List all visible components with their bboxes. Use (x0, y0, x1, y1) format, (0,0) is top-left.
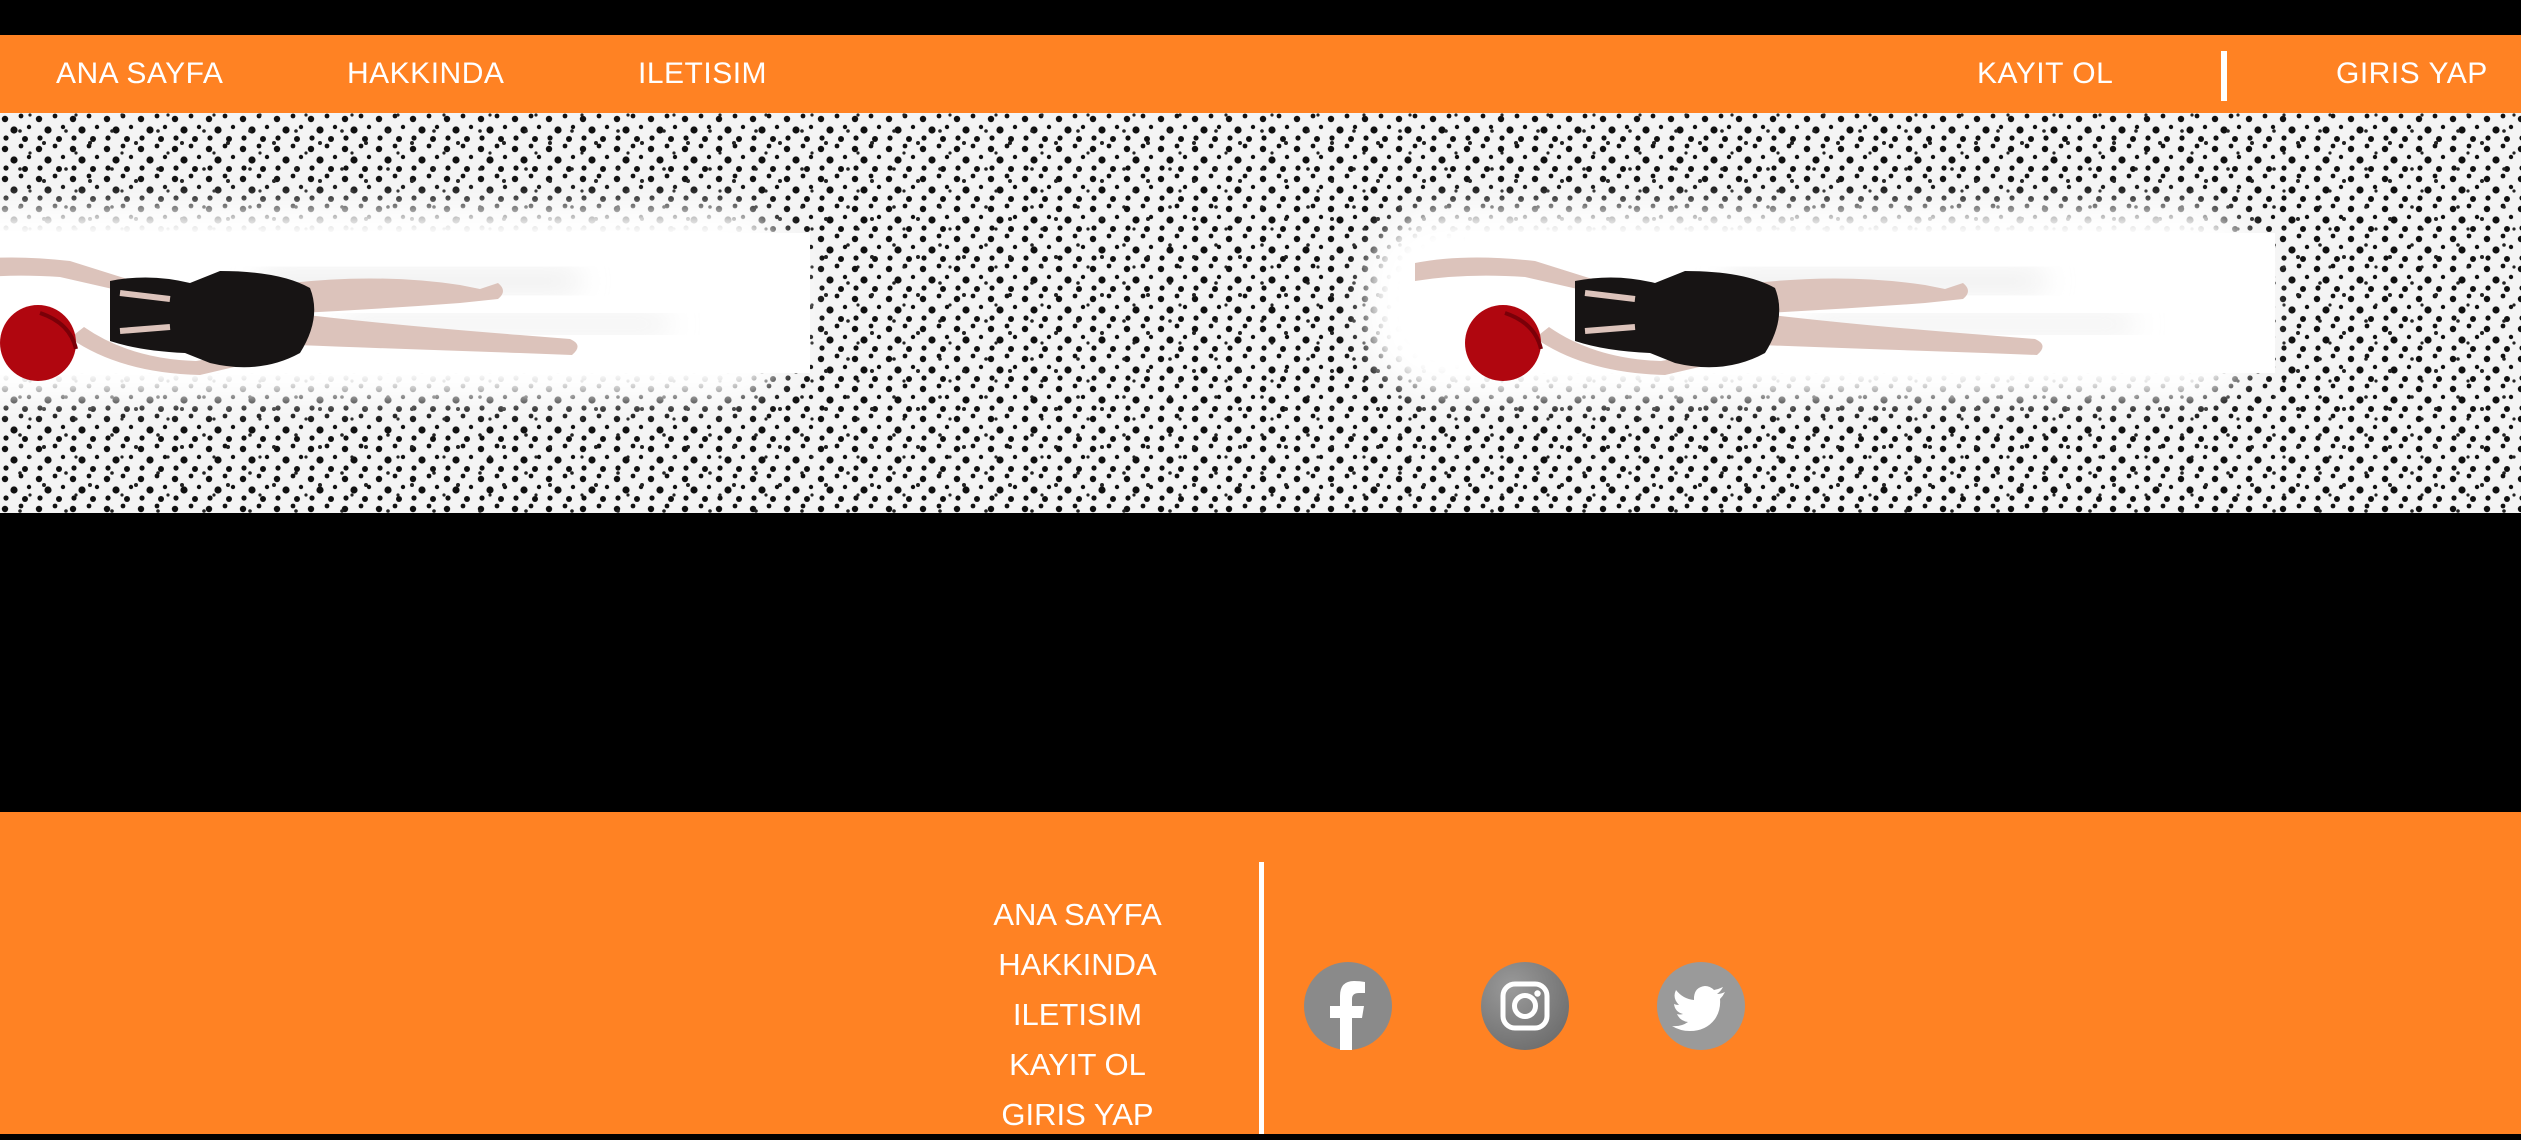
instagram-icon[interactable] (1481, 962, 1569, 1050)
nav-register-link[interactable]: KAYIT OL (1977, 35, 2113, 113)
footer-home-link[interactable]: ANA SAYFA (960, 890, 1195, 940)
footer-about-link[interactable]: HAKKINDA (960, 940, 1195, 990)
footer-contact-link[interactable]: ILETISIM (960, 990, 1195, 1040)
hero-banner-image (0, 113, 2521, 513)
nav-contact-link[interactable]: ILETISIM (638, 35, 767, 113)
nav-home-link[interactable]: ANA SAYFA (56, 35, 223, 113)
nav-about-link[interactable]: HAKKINDA (347, 35, 504, 113)
nav-divider (2221, 51, 2227, 101)
footer-divider (1259, 862, 1264, 1134)
footer-login-link[interactable]: GIRIS YAP (960, 1090, 1195, 1140)
footer: ANA SAYFA HAKKINDA ILETISIM KAYIT OL GIR… (0, 812, 2521, 1134)
facebook-icon[interactable] (1304, 962, 1392, 1050)
footer-register-link[interactable]: KAYIT OL (960, 1040, 1195, 1090)
top-nav-bar: ANA SAYFA HAKKINDA ILETISIM KAYIT OL GIR… (0, 35, 2521, 113)
nav-login-link[interactable]: GIRIS YAP (2336, 35, 2488, 113)
swimmer-illustration (0, 113, 2521, 513)
footer-link-list: ANA SAYFA HAKKINDA ILETISIM KAYIT OL GIR… (960, 890, 1195, 1140)
twitter-icon[interactable] (1657, 962, 1745, 1050)
